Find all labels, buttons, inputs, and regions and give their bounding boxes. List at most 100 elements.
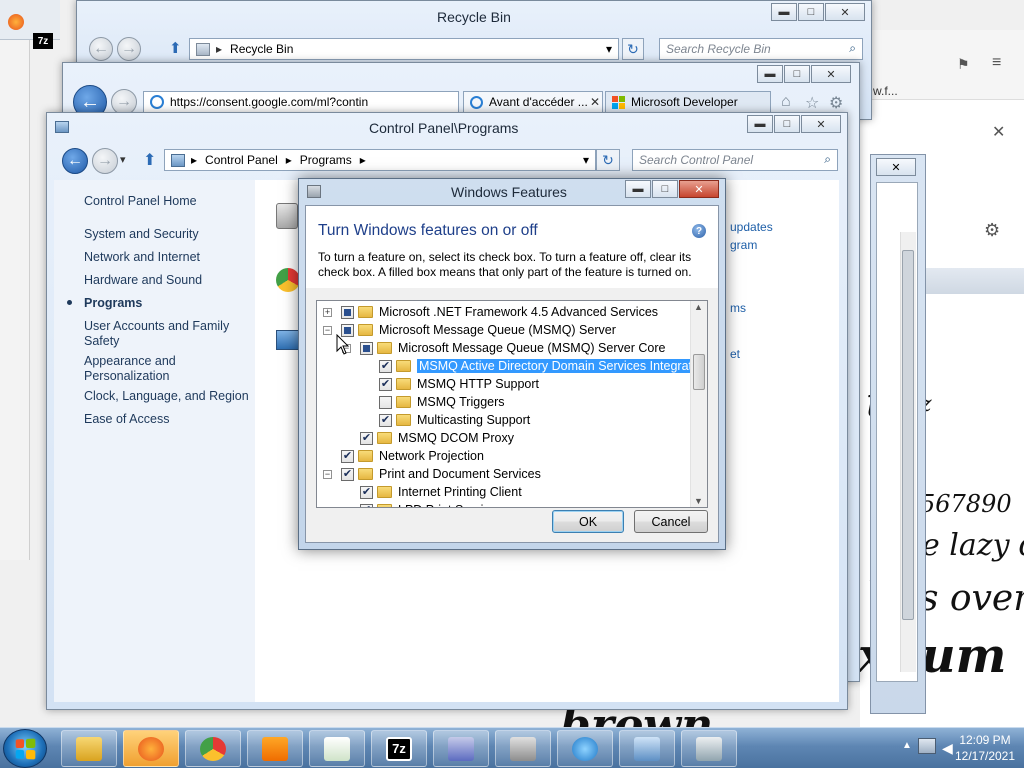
- tree-scrollbar-thumb[interactable]: [693, 354, 705, 390]
- feature-label[interactable]: Network Projection: [379, 449, 484, 463]
- feature-row[interactable]: MSMQ Triggers: [361, 393, 505, 411]
- tree-scrollbar[interactable]: [690, 301, 707, 507]
- feature-label[interactable]: MSMQ Triggers: [417, 395, 505, 409]
- browser-close-button[interactable]: ✕: [811, 65, 851, 83]
- taskbar-app-notepad[interactable]: [309, 730, 365, 767]
- features-tree[interactable]: + Microsoft .NET Framework 4.5 Advanced S…: [316, 300, 708, 508]
- clock-time[interactable]: 12:09 PM: [950, 733, 1020, 747]
- ok-button[interactable]: OK: [552, 510, 624, 533]
- sidebar-item-user-accounts[interactable]: User Accounts and Family Safety: [84, 319, 234, 349]
- browser-tab-1[interactable]: Avant d'accéder ...: [463, 91, 603, 113]
- tray-arrow-icon[interactable]: ▲: [902, 740, 912, 751]
- cp-minimize-button[interactable]: ▬: [747, 115, 773, 133]
- cp-address-bar[interactable]: ▸ Control Panel ▸ Programs ▸ ▾: [164, 149, 596, 171]
- cp-maximize-button[interactable]: □: [774, 115, 800, 133]
- cp-partial-link-gram[interactable]: gram: [730, 238, 757, 252]
- cp-recent-dropdown-icon[interactable]: ▾: [120, 153, 126, 166]
- feature-label[interactable]: MSMQ Active Directory Domain Services In…: [417, 359, 707, 373]
- cp-search-input[interactable]: Search Control Panel ⌕: [632, 149, 838, 171]
- feature-row[interactable]: − Microsoft Message Queue (MSMQ) Server: [323, 321, 616, 339]
- cp-back-button[interactable]: ←: [62, 148, 88, 174]
- cp-forward-button[interactable]: →: [92, 148, 118, 174]
- sidebar-item-system-security[interactable]: System and Security: [84, 227, 199, 241]
- small-window-scrollbar-thumb[interactable]: [902, 250, 914, 620]
- feature-row[interactable]: ✔ LPD Print Service: [342, 501, 497, 507]
- taskbar-app-firefox[interactable]: [123, 730, 179, 767]
- scroll-down-icon[interactable]: ▼: [694, 496, 703, 506]
- cp-partial-link-updates[interactable]: updates: [730, 220, 773, 234]
- taskbar-app-app[interactable]: [433, 730, 489, 767]
- gear-icon[interactable]: ⚙: [984, 220, 1000, 241]
- shield-icon[interactable]: ⚑: [957, 56, 970, 73]
- taskbar-app-control-panel-lock[interactable]: [495, 730, 551, 767]
- taskbar-app-7zip[interactable]: 7z: [371, 730, 427, 767]
- expand-icon[interactable]: +: [323, 307, 332, 317]
- feature-checkbox[interactable]: ✔: [341, 467, 354, 481]
- feature-checkbox[interactable]: ✔: [379, 413, 392, 427]
- browser-tab-close-icon[interactable]: ✕: [590, 95, 600, 109]
- feature-label[interactable]: MSMQ HTTP Support: [417, 377, 539, 391]
- dropdown-icon[interactable]: ▾: [606, 42, 612, 56]
- star-icon[interactable]: ☆: [805, 93, 819, 113]
- recycle-maximize-button[interactable]: □: [798, 3, 824, 21]
- breadcrumb-control-panel[interactable]: Control Panel: [205, 153, 278, 167]
- browser-tab-2[interactable]: Microsoft Developer: [605, 91, 771, 113]
- feature-checkbox[interactable]: [341, 305, 354, 319]
- cp-partial-link-ms[interactable]: ms: [730, 301, 746, 315]
- feature-label[interactable]: Print and Document Services: [379, 467, 541, 481]
- feature-checkbox[interactable]: ✔: [360, 503, 373, 507]
- menu-icon[interactable]: ≡: [992, 54, 1001, 72]
- home-icon[interactable]: ⌂: [781, 93, 791, 111]
- help-icon[interactable]: ?: [692, 224, 706, 238]
- start-button[interactable]: [3, 729, 47, 768]
- dialog-minimize-button[interactable]: ▬: [625, 180, 651, 198]
- sidebar-item-ease-of-access[interactable]: Ease of Access: [84, 412, 169, 426]
- feature-row[interactable]: ✔ MSMQ Active Directory Domain Services I…: [361, 357, 707, 375]
- feature-label[interactable]: Multicasting Support: [417, 413, 530, 427]
- scroll-up-icon[interactable]: ▲: [694, 302, 703, 312]
- sidebar-item-hardware-sound[interactable]: Hardware and Sound: [84, 273, 202, 287]
- taskbar-app-vlc[interactable]: [247, 730, 303, 767]
- feature-row[interactable]: − Microsoft Message Queue (MSMQ) Server C…: [342, 339, 665, 357]
- feature-checkbox[interactable]: [360, 341, 373, 355]
- sidebar-item-network-internet[interactable]: Network and Internet: [84, 250, 200, 264]
- feature-row[interactable]: ✔ Network Projection: [323, 447, 484, 465]
- recycle-forward-button[interactable]: →: [117, 37, 141, 61]
- recycle-search-input[interactable]: Search Recycle Bin ⌕: [659, 38, 863, 60]
- cancel-button[interactable]: Cancel: [634, 510, 708, 533]
- feature-checkbox[interactable]: ✔: [360, 431, 373, 445]
- browser-maximize-button[interactable]: □: [784, 65, 810, 83]
- browser-gear-icon[interactable]: ⚙: [829, 93, 843, 113]
- feature-checkbox[interactable]: ✔: [360, 485, 373, 499]
- feature-checkbox[interactable]: ✔: [379, 377, 392, 391]
- network-tray-icon[interactable]: [918, 738, 936, 754]
- feature-label[interactable]: MSMQ DCOM Proxy: [398, 431, 514, 445]
- feature-row[interactable]: + Microsoft .NET Framework 4.5 Advanced S…: [323, 303, 658, 321]
- feature-label[interactable]: Microsoft Message Queue (MSMQ) Server: [379, 323, 616, 337]
- feature-row[interactable]: ✔ MSMQ DCOM Proxy: [342, 429, 514, 447]
- feature-label[interactable]: Microsoft .NET Framework 4.5 Advanced Se…: [379, 305, 658, 319]
- sidebar-item-appearance[interactable]: Appearance and Personalization: [84, 354, 204, 384]
- recycle-address-bar[interactable]: ▸ Recycle Bin ▾: [189, 38, 619, 60]
- feature-label[interactable]: LPD Print Service: [398, 503, 497, 507]
- feature-checkbox[interactable]: ✔: [341, 449, 354, 463]
- feature-checkbox[interactable]: [379, 395, 392, 409]
- taskbar-app-chrome[interactable]: [185, 730, 241, 767]
- dialog-maximize-button[interactable]: □: [652, 180, 678, 198]
- dialog-close-button[interactable]: ✕: [679, 180, 719, 198]
- address-dropdown-icon[interactable]: ▾: [583, 153, 589, 167]
- cp-up-button[interactable]: ⬆: [143, 150, 156, 170]
- recycle-minimize-button[interactable]: ▬: [771, 3, 797, 21]
- cp-refresh-button[interactable]: ↻: [596, 149, 620, 171]
- feature-row[interactable]: ✔ MSMQ HTTP Support: [361, 375, 539, 393]
- collapse-icon[interactable]: −: [323, 325, 332, 335]
- recycle-up-button[interactable]: ⬆: [169, 39, 182, 57]
- taskbar-app-explorer[interactable]: [61, 730, 117, 767]
- breadcrumb-programs[interactable]: Programs: [300, 153, 352, 167]
- sidebar-item-clock-language[interactable]: Clock, Language, and Region: [84, 389, 249, 403]
- feature-row[interactable]: − ✔ Print and Document Services: [323, 465, 541, 483]
- recycle-back-button[interactable]: ←: [89, 37, 113, 61]
- taskbar-app-ie[interactable]: [557, 730, 613, 767]
- browser-minimize-button[interactable]: ▬: [757, 65, 783, 83]
- feature-label[interactable]: Microsoft Message Queue (MSMQ) Server Co…: [398, 341, 665, 355]
